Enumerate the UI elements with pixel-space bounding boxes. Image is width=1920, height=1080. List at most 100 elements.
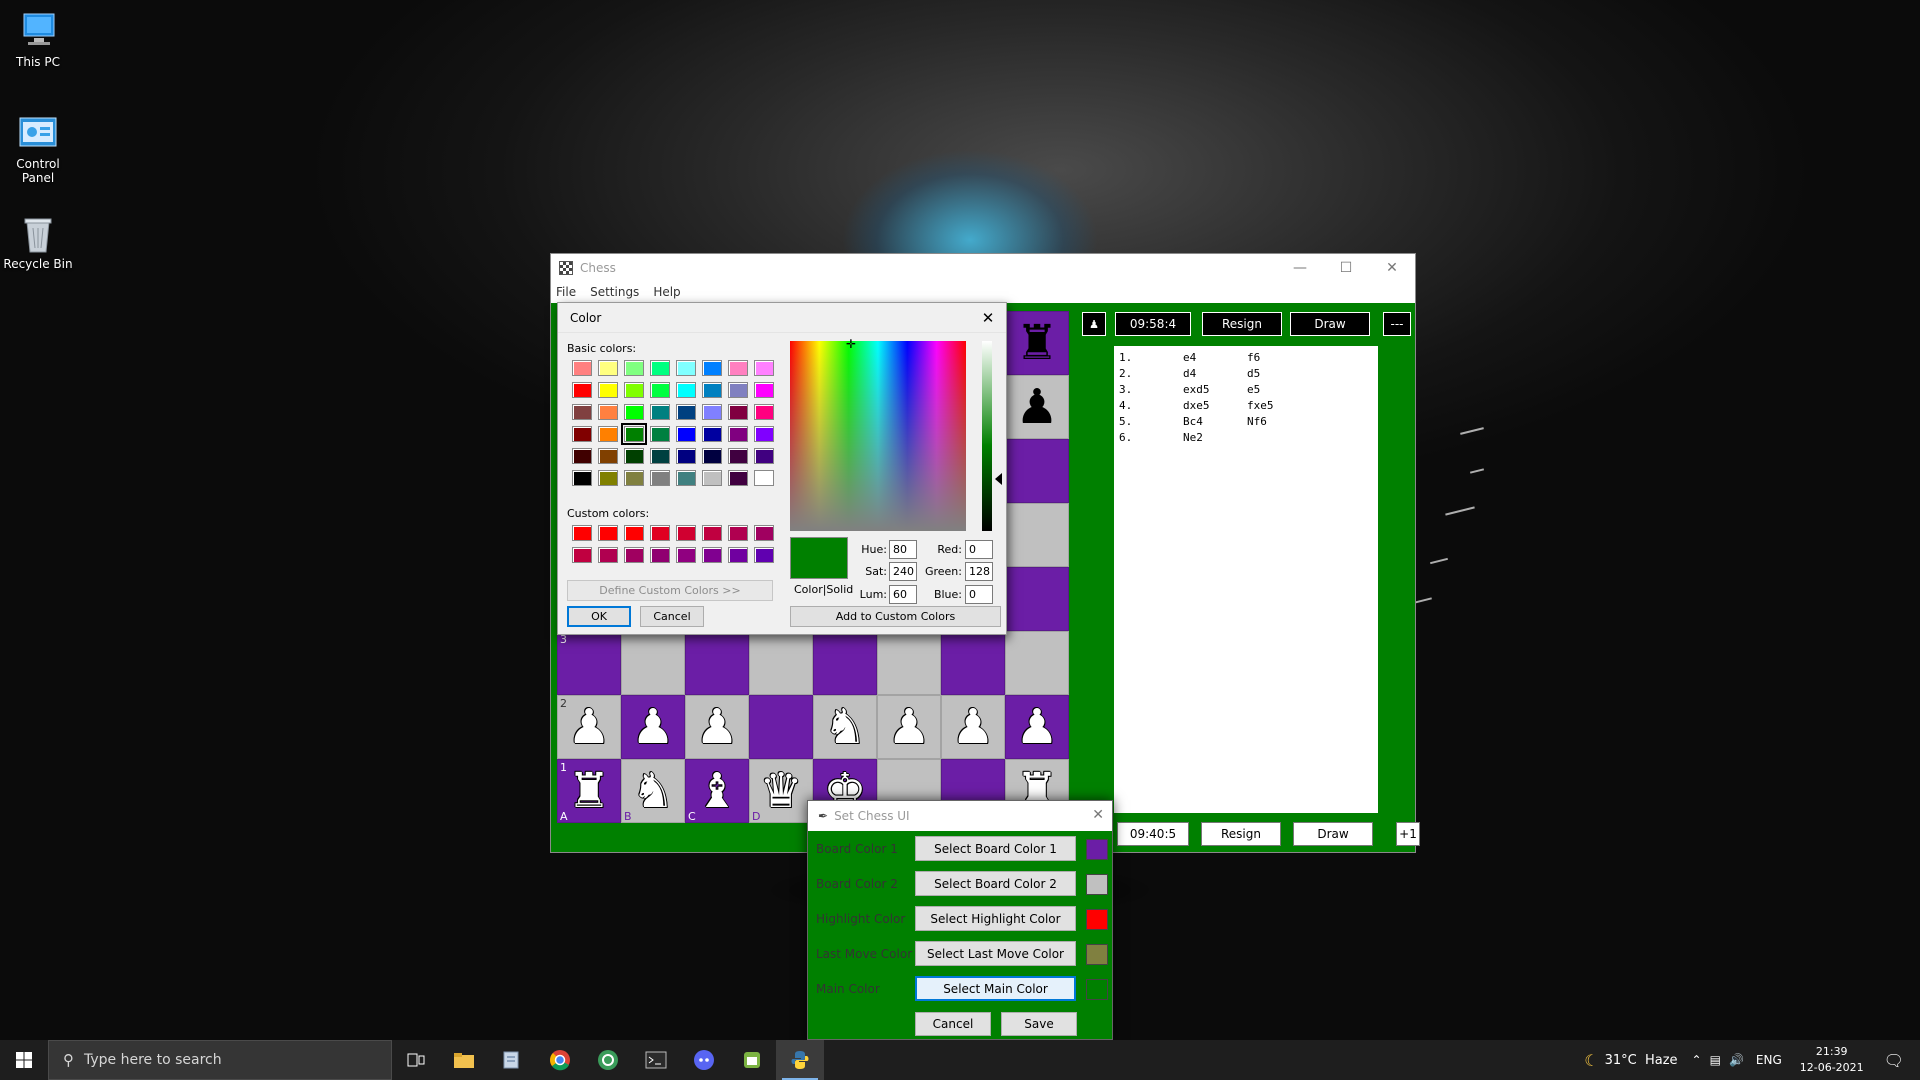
terminal-icon[interactable] <box>632 1040 680 1080</box>
custom-color-swatch[interactable] <box>572 547 592 563</box>
basic-color-swatch[interactable] <box>572 404 592 420</box>
basic-color-swatch[interactable] <box>598 470 618 486</box>
custom-color-swatch[interactable] <box>702 547 722 563</box>
basic-color-swatch[interactable] <box>702 404 722 420</box>
basic-color-swatch[interactable] <box>598 448 618 464</box>
basic-color-swatch[interactable] <box>598 382 618 398</box>
square-e2[interactable]: ♞ <box>813 695 877 759</box>
basic-color-swatch[interactable] <box>624 448 644 464</box>
android-icon[interactable] <box>728 1040 776 1080</box>
basic-color-swatch[interactable] <box>754 382 774 398</box>
basic-color-swatch[interactable] <box>702 360 722 376</box>
custom-color-swatch[interactable] <box>676 525 696 541</box>
custom-color-swatch[interactable] <box>572 525 592 541</box>
basic-color-swatch[interactable] <box>702 448 722 464</box>
add-to-custom-colors-button[interactable]: Add to Custom Colors <box>790 606 1001 627</box>
square-f2[interactable]: ♟ <box>877 695 941 759</box>
define-custom-colors-button[interactable]: Define Custom Colors >> <box>567 580 773 601</box>
basic-color-swatch[interactable] <box>572 382 592 398</box>
top-resign-button[interactable]: Resign <box>1202 312 1282 336</box>
square-b2[interactable]: ♟ <box>621 695 685 759</box>
start-button[interactable] <box>0 1040 48 1080</box>
green-field[interactable]: 128 <box>965 562 993 581</box>
basic-color-swatch[interactable] <box>650 470 670 486</box>
custom-color-swatch[interactable] <box>754 525 774 541</box>
task-view-icon[interactable] <box>392 1040 440 1080</box>
custom-color-swatch[interactable] <box>624 547 644 563</box>
basic-color-swatch[interactable] <box>676 360 696 376</box>
basic-color-swatch[interactable] <box>598 404 618 420</box>
sat-field[interactable]: 240 <box>889 562 917 581</box>
square-d3[interactable] <box>749 631 813 695</box>
desktop-icon-recycle-bin[interactable]: Recycle Bin <box>0 214 76 271</box>
custom-color-swatch[interactable] <box>624 525 644 541</box>
minimize-button[interactable]: — <box>1277 254 1323 282</box>
basic-color-swatch[interactable] <box>572 360 592 376</box>
square-h5[interactable] <box>1005 503 1069 567</box>
bottom-draw-button[interactable]: Draw <box>1293 822 1373 846</box>
square-g2[interactable]: ♟ <box>941 695 1005 759</box>
desktop-icon-this-pc[interactable]: This PC <box>0 12 76 69</box>
chrome-icon[interactable] <box>536 1040 584 1080</box>
ui-save-button[interactable]: Save <box>1001 1012 1077 1036</box>
square-c1[interactable]: ♝ C <box>685 759 749 823</box>
square-a3[interactable]: 3 <box>557 631 621 695</box>
ok-button[interactable]: OK <box>567 606 631 627</box>
basic-color-swatch[interactable] <box>676 426 696 442</box>
menu-help[interactable]: Help <box>653 285 680 299</box>
basic-color-swatch[interactable] <box>702 426 722 442</box>
python-icon[interactable] <box>776 1040 824 1080</box>
network-icon[interactable]: ▤ <box>1710 1053 1721 1067</box>
clock[interactable]: 21:39 12-06-2021 <box>1800 1044 1864 1076</box>
top-draw-button[interactable]: Draw <box>1290 312 1370 336</box>
square-h2[interactable]: ♟ <box>1005 695 1069 759</box>
basic-color-swatch[interactable] <box>754 470 774 486</box>
custom-color-swatch[interactable] <box>676 547 696 563</box>
basic-color-swatch[interactable] <box>624 360 644 376</box>
select-last-move-color-button[interactable]: Select Last Move Color <box>915 941 1076 966</box>
square-a2[interactable]: 2 ♟ <box>557 695 621 759</box>
notification-icon[interactable]: 🗨 <box>1884 1051 1904 1070</box>
cancel-button[interactable]: Cancel <box>640 606 704 627</box>
square-h3[interactable] <box>1005 631 1069 695</box>
square-h8[interactable]: ♜ <box>1005 311 1069 375</box>
basic-color-swatch[interactable] <box>624 404 644 420</box>
custom-color-swatch[interactable] <box>598 547 618 563</box>
player-icon[interactable]: ♟ <box>1082 312 1106 336</box>
top-extra-button[interactable]: --- <box>1383 312 1411 336</box>
square-f3[interactable] <box>877 631 941 695</box>
hue-field[interactable]: 80 <box>889 540 917 559</box>
basic-color-swatch[interactable] <box>728 404 748 420</box>
basic-color-swatch[interactable] <box>728 470 748 486</box>
basic-color-swatch[interactable] <box>650 382 670 398</box>
basic-color-swatch[interactable] <box>650 360 670 376</box>
close-icon[interactable]: ✕ <box>1092 807 1104 823</box>
language-indicator[interactable]: ENG <box>1756 1053 1782 1067</box>
color-spectrum[interactable]: ✛ <box>790 337 966 531</box>
basic-color-swatch[interactable] <box>572 470 592 486</box>
bottom-extra-button[interactable]: +1 <box>1396 822 1420 846</box>
blue-field[interactable]: 0 <box>965 585 993 604</box>
square-c3[interactable] <box>685 631 749 695</box>
select-board-color-2-button[interactable]: Select Board Color 2 <box>915 871 1076 896</box>
volume-icon[interactable]: 🔊 <box>1729 1053 1744 1067</box>
custom-color-swatch[interactable] <box>728 547 748 563</box>
square-b1[interactable]: ♞ B <box>621 759 685 823</box>
discord-icon[interactable] <box>680 1040 728 1080</box>
file-explorer-icon[interactable] <box>440 1040 488 1080</box>
square-h7[interactable]: ♟ <box>1005 375 1069 439</box>
chevron-up-icon[interactable]: ⌃ <box>1692 1053 1702 1067</box>
close-icon[interactable]: ✕ <box>976 307 1000 329</box>
select-main-color-button[interactable]: Select Main Color <box>915 976 1076 1001</box>
basic-color-swatch[interactable] <box>754 426 774 442</box>
notepad-icon[interactable] <box>488 1040 536 1080</box>
basic-color-swatch[interactable] <box>754 360 774 376</box>
basic-color-swatch[interactable] <box>676 404 696 420</box>
square-h4[interactable] <box>1005 567 1069 631</box>
square-e3[interactable] <box>813 631 877 695</box>
basic-color-swatch[interactable] <box>754 448 774 464</box>
ui-cancel-button[interactable]: Cancel <box>915 1012 991 1036</box>
app-icon[interactable] <box>584 1040 632 1080</box>
desktop-icon-control-panel[interactable]: Control Panel <box>0 114 76 185</box>
ui-dialog-titlebar[interactable]: ✒ Set Chess UI ✕ <box>808 801 1112 831</box>
